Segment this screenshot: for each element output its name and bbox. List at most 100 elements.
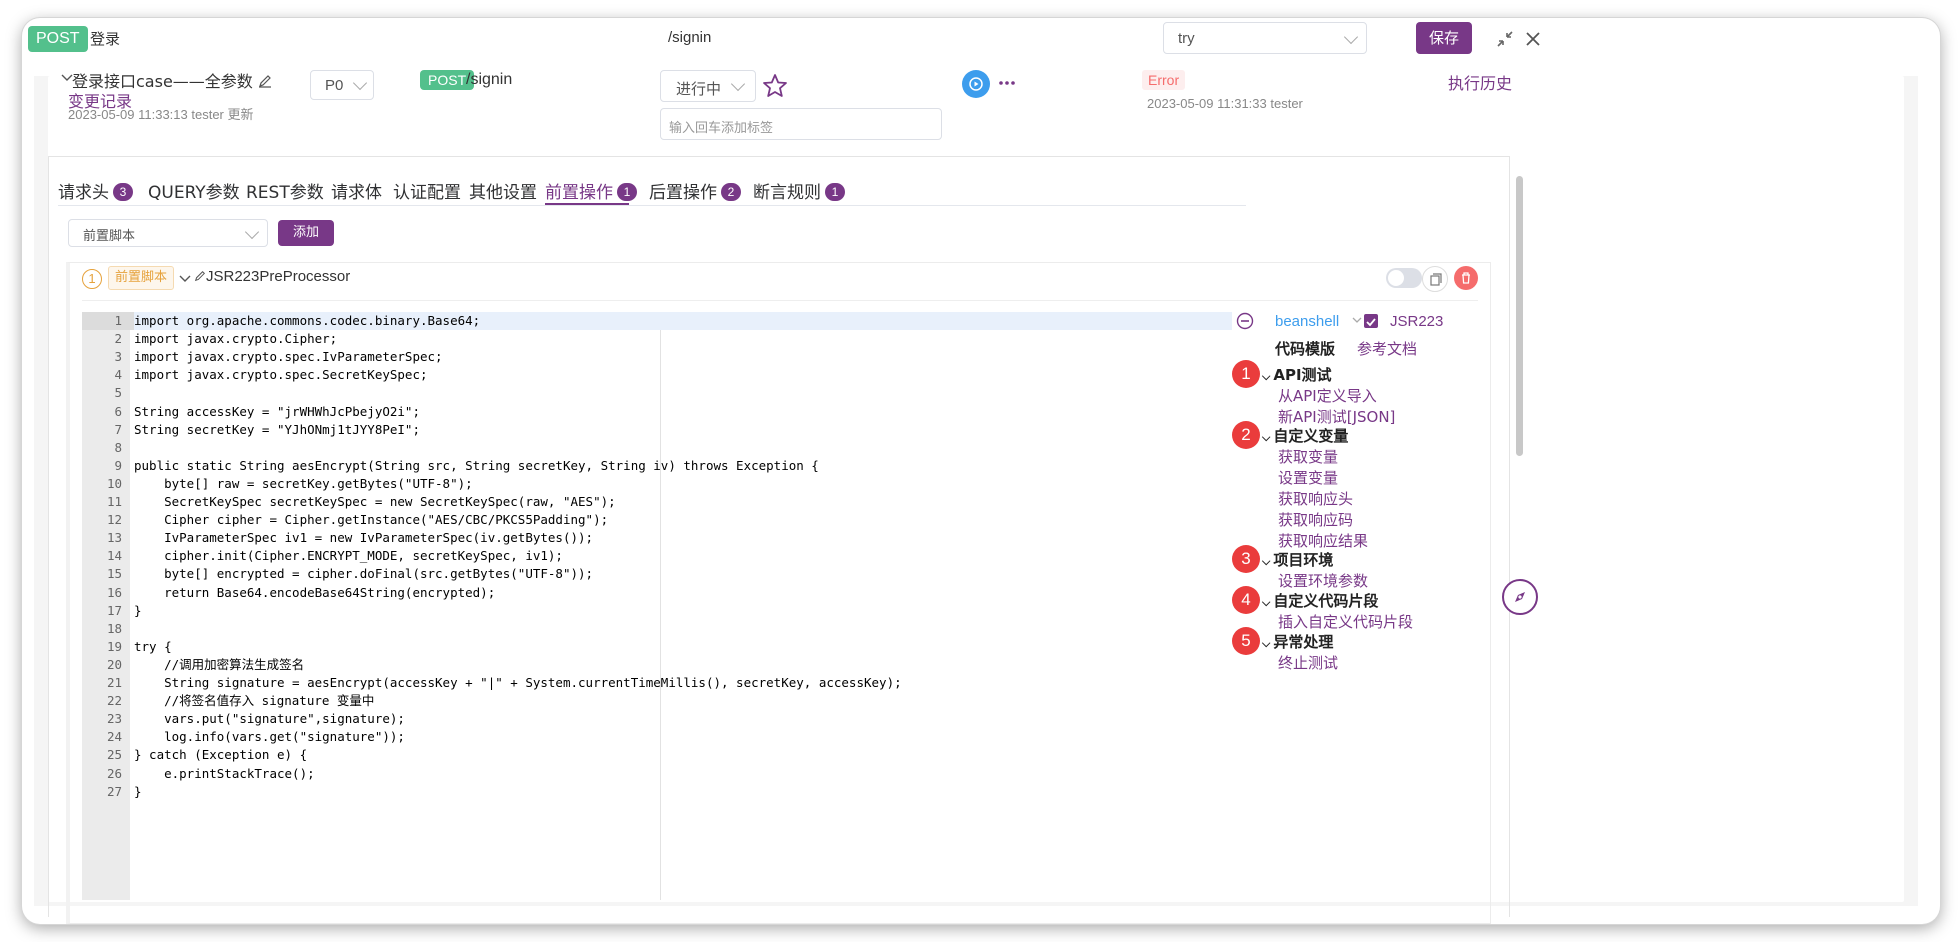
pre-type-select[interactable]: 前置脚本 (68, 219, 268, 247)
line-number: 15 (106, 566, 122, 582)
compass-icon[interactable] (1502, 579, 1538, 615)
template-link[interactable]: 获取响应结果 (1278, 530, 1368, 551)
code-line: 3 import javax.crypto.spec.IvParameterSpe… (82, 348, 1232, 366)
chevron-down-icon (352, 75, 368, 91)
line-number: 17 (106, 602, 122, 618)
code-line-text: IvParameterSpec iv1 = new IvParameterSpe… (134, 530, 594, 546)
minimize-icon[interactable] (1496, 30, 1514, 48)
run-button[interactable] (962, 70, 990, 98)
code-line: 11 SecretKeySpec secretKeySpec = new Sec… (82, 493, 1232, 511)
tab-label: REST参数 (246, 183, 324, 203)
section-custom-snippets[interactable]: ⌵ 自定义代码片段 (1262, 590, 1378, 611)
tab-pre-operations[interactable]: 前置操作 1 (545, 178, 637, 203)
environment-select[interactable]: try (1163, 22, 1367, 54)
code-line-text: public static String aesEncrypt(String s… (134, 457, 819, 473)
save-button[interactable]: 保存 (1416, 22, 1472, 54)
tab-headers[interactable]: 请求头 3 (58, 178, 133, 203)
more-icon[interactable] (998, 74, 1016, 92)
vertical-scrollbar[interactable] (1516, 176, 1523, 456)
collapse-panel-icon[interactable] (1236, 312, 1254, 330)
section-project-env[interactable]: ⌵ 项目环境 (1262, 549, 1333, 570)
check-icon (1366, 318, 1376, 327)
play-icon (969, 77, 983, 91)
language-select[interactable]: beanshell (1275, 313, 1363, 330)
code-line: 14 cipher.init(Cipher.ENCRYPT_MODE, secr… (82, 547, 1232, 565)
template-link[interactable]: 获取响应码 (1278, 509, 1353, 530)
tab-rest[interactable]: REST参数 (246, 178, 324, 203)
tab-body[interactable]: 请求体 (331, 178, 382, 203)
code-line: 9 public static String aesEncrypt(String … (82, 457, 1232, 475)
history-link[interactable]: 执行历史 (1448, 70, 1512, 94)
code-line-text: String secretKey = "YJhONmj1tJYY8PeI"; (134, 421, 420, 437)
copy-icon[interactable] (1422, 266, 1448, 292)
code-line: 17} (82, 602, 1232, 620)
line-number: 20 (106, 656, 122, 672)
code-line: 15 byte[] encrypted = cipher.doFinal(src… (82, 565, 1232, 583)
template-link[interactable]: 设置变量 (1278, 467, 1338, 488)
code-line-text: } catch (Exception e) { (134, 747, 308, 763)
section-exception[interactable]: ⌵ 异常处理 (1262, 631, 1333, 652)
section-custom-vars[interactable]: ⌵ 自定义变量 (1262, 425, 1348, 446)
code-line-text: return Base64.encodeBase64String(encrypt… (134, 584, 496, 600)
chevron-down-icon (1352, 317, 1362, 323)
template-link[interactable]: 设置环境参数 (1278, 570, 1368, 591)
result-badge: Error (1142, 70, 1186, 90)
enable-toggle[interactable] (1386, 268, 1422, 288)
priority-select[interactable]: P0 (310, 70, 374, 100)
section-api-test[interactable]: ⌵ API测试 (1262, 364, 1332, 385)
chevron-down-icon (730, 76, 746, 92)
code-editor[interactable]: 1 import org.apache.commons.codec.binary.… (82, 312, 1232, 900)
code-line: 2 import javax.crypto.Cipher; (82, 330, 1232, 348)
code-line-text: import org.apache.commons.codec.binary.B… (134, 313, 481, 328)
line-number: 2 (114, 331, 122, 347)
line-number: 13 (106, 530, 122, 546)
tabs-divider (58, 205, 1246, 206)
api-case-window: POST 登录 /signin try 保存 登录接口case——全参数 变更记… (22, 18, 1940, 924)
step-name[interactable]: JSR223PreProcessor (194, 268, 350, 285)
close-icon[interactable] (1524, 30, 1542, 48)
code-line: 24 log.info(vars.get("signature")); (82, 728, 1232, 746)
code-line-text: //调用加密算法生成签名 (134, 656, 305, 672)
status-value: 进行中 (676, 81, 722, 98)
code-line: 1 import org.apache.commons.codec.binary.… (82, 312, 1232, 330)
star-icon[interactable] (762, 73, 788, 99)
code-line: 23 vars.put("signature",signature); (82, 710, 1232, 728)
line-number: 12 (106, 512, 122, 528)
tag-input[interactable]: 输入回车添加标签 (660, 108, 942, 140)
template-link[interactable]: 新API测试[JSON] (1278, 406, 1395, 427)
tab-other-settings[interactable]: 其他设置 (469, 178, 537, 203)
template-link[interactable]: 获取响应头 (1278, 488, 1353, 509)
edit-icon[interactable] (194, 270, 206, 282)
tab-query[interactable]: QUERY参数 (148, 178, 240, 203)
line-number: 6 (114, 403, 122, 419)
code-line: 13 IvParameterSpec iv1 = new IvParameter… (82, 529, 1232, 547)
doc-link[interactable]: 参考文档 (1357, 338, 1417, 359)
status-select[interactable]: 进行中 (660, 70, 756, 102)
template-label: 代码模版 (1275, 340, 1336, 358)
template-link[interactable]: 从API定义导入 (1278, 385, 1377, 406)
tab-active-indicator (545, 203, 629, 205)
code-line: 12 Cipher cipher = Cipher.getInstance("A… (82, 511, 1232, 529)
code-line-text: } (134, 602, 142, 618)
tab-post-operations[interactable]: 后置操作 2 (649, 178, 741, 203)
code-line: 26 e.printStackTrace(); (82, 765, 1232, 783)
template-link[interactable]: 插入自定义代码片段 (1278, 611, 1413, 632)
tab-assertions[interactable]: 断言规则 1 (753, 178, 845, 203)
code-line: 4 import javax.crypto.spec.SecretKeySpec; (82, 366, 1232, 384)
template-link[interactable]: 终止测试 (1278, 652, 1338, 673)
line-number: 8 (114, 439, 122, 455)
line-number: 16 (106, 584, 122, 600)
jsr223-checkbox[interactable] (1364, 314, 1378, 328)
tab-auth[interactable]: 认证配置 (393, 178, 461, 203)
step-collapse-icon[interactable] (178, 271, 192, 285)
template-link[interactable]: 获取变量 (1278, 446, 1338, 467)
code-line-text: import javax.crypto.spec.IvParameterSpec… (134, 349, 443, 365)
step-number: 1 (82, 269, 102, 289)
code-line: 19 try { (82, 638, 1232, 656)
code-line: 27} (82, 783, 1232, 801)
code-line-text: byte[] encrypted = cipher.doFinal(src.ge… (134, 566, 594, 582)
section-title: API测试 (1273, 366, 1332, 384)
delete-icon[interactable] (1454, 266, 1478, 290)
add-button[interactable]: 添加 (278, 220, 334, 246)
edit-icon[interactable] (258, 74, 272, 88)
